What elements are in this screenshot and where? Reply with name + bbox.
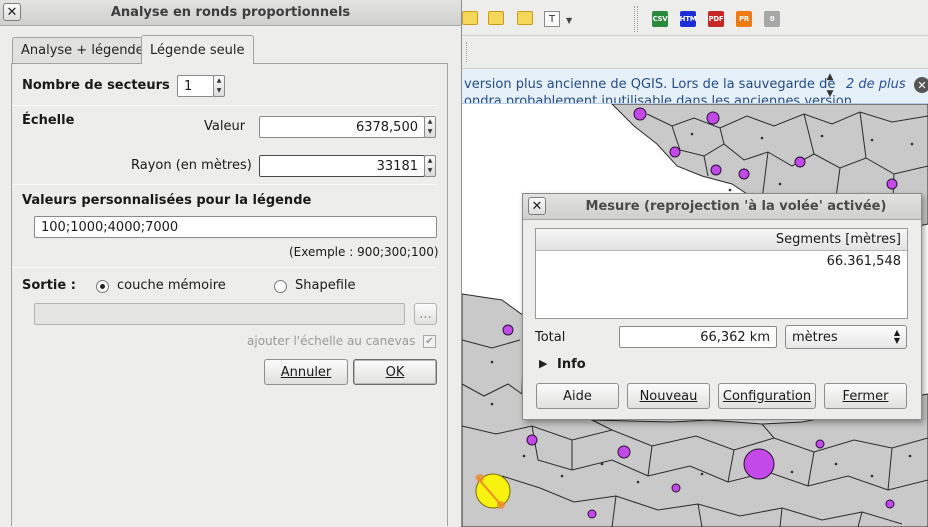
memory-layer-label[interactable]: couche mémoire	[117, 278, 226, 293]
radius-spinner[interactable]: ▲ ▼	[424, 155, 436, 177]
measure-point-end	[497, 501, 505, 509]
new-button-label: Nouveau	[639, 388, 698, 404]
updown-arrows-icon: ▲ ▼	[893, 328, 900, 345]
spin-down-icon[interactable]: ▼	[428, 129, 433, 135]
pr-export-icon[interactable]: PR	[736, 11, 752, 27]
value-spinner[interactable]: ▲ ▼	[424, 116, 436, 138]
add-scale-checkbox[interactable]: ✔	[423, 335, 436, 348]
text-annotation-icon[interactable]: T	[544, 11, 560, 27]
scale-heading: Échelle	[22, 113, 75, 128]
unit-select-value: mètres	[792, 329, 838, 345]
dropdown-arrow-icon[interactable]: ▼	[566, 16, 572, 25]
dialog-titlebar: ✕ Analyse en ronds proportionnels	[0, 0, 461, 26]
custom-values-heading: Valeurs personnalisées pour la légende	[22, 193, 312, 208]
zero-icon[interactable]: 0	[764, 11, 780, 27]
cancel-button-label: Annuler	[280, 364, 332, 380]
output-path-input[interactable]	[34, 303, 405, 325]
separator	[12, 267, 437, 268]
spin-down-icon[interactable]: ▼	[428, 168, 433, 174]
expand-arrow-icon[interactable]: ▶	[539, 357, 547, 370]
scroll-up-icon[interactable]: ▲	[827, 72, 834, 82]
scroll-down-icon[interactable]: ▼	[827, 89, 834, 99]
more-messages-link[interactable]: 2 de plus	[846, 77, 906, 92]
dialog-title: Analyse en ronds proportionnels	[110, 5, 351, 20]
shapefile-radio[interactable]	[274, 280, 287, 293]
spin-up-icon[interactable]: ▲	[428, 119, 433, 125]
separator	[12, 184, 437, 185]
pdf-export-icon[interactable]: PDF	[708, 11, 724, 27]
ok-button-label: OK	[385, 364, 405, 380]
configuration-button-label: Configuration	[722, 388, 812, 404]
toolbar-separator	[466, 42, 468, 62]
custom-values-input[interactable]: 100;1000;4000;7000	[34, 216, 437, 238]
tab-analyse-legende[interactable]: Analyse + légende	[12, 37, 153, 63]
segments-table[interactable]: Segments [mètres] 66.361,548	[535, 228, 908, 319]
yellow-note-icon[interactable]	[488, 11, 504, 25]
message-scroll[interactable]: ▲ ▼	[822, 69, 838, 102]
info-label[interactable]: Info	[557, 357, 586, 372]
cancel-button[interactable]: Annuler	[264, 359, 348, 385]
add-scale-label: ajouter l'échelle au canevas	[247, 334, 416, 348]
memory-layer-radio[interactable]	[96, 280, 109, 293]
help-button[interactable]: Aide	[536, 383, 619, 409]
toolbar-top: T ▼ CSV HTM PDF PR 0	[462, 0, 928, 36]
tab-panel: Nombre de secteurs 1 ▲ ▼ Échelle Valeur 6…	[11, 63, 448, 526]
measure-point-start	[476, 474, 484, 482]
unit-select[interactable]: mètres ▲ ▼	[785, 325, 907, 349]
browse-button[interactable]: ...	[414, 303, 437, 325]
separator	[12, 105, 437, 106]
close-button-label: Fermer	[842, 388, 889, 404]
toolbar-separator	[634, 6, 638, 32]
message-line-2: ondra probablement inutilisable dans les…	[464, 94, 852, 104]
example-text: (Exemple : 900;300;100)	[289, 245, 439, 259]
value-input[interactable]: 6378,500	[259, 116, 425, 138]
segments-column-header[interactable]: Segments [mètres]	[536, 229, 907, 251]
sectors-label: Nombre de secteurs	[22, 78, 170, 93]
segment-row[interactable]: 66.361,548	[536, 251, 907, 271]
close-message-icon[interactable]: ✕	[914, 77, 928, 93]
sectors-spinner[interactable]: ▲ ▼	[213, 75, 225, 97]
total-field[interactable]: 66,362 km	[619, 326, 777, 348]
radius-label: Rayon (en mètres)	[131, 158, 252, 173]
message-line-1: version plus ancienne de QGIS. Lors de l…	[464, 77, 836, 92]
ok-button[interactable]: OK	[353, 359, 437, 385]
csv-export-icon[interactable]: CSV	[652, 11, 668, 27]
new-button[interactable]: Nouveau	[627, 383, 710, 409]
close-button[interactable]: Fermer	[824, 383, 907, 409]
yellow-label-icon[interactable]	[517, 11, 533, 25]
spin-up-icon[interactable]: ▲	[217, 78, 222, 84]
html-export-icon[interactable]: HTM	[680, 11, 697, 27]
value-label: Valeur	[204, 119, 246, 134]
configuration-button[interactable]: Configuration	[718, 383, 816, 409]
yellow-bubble-icon[interactable]	[462, 11, 478, 25]
radius-input[interactable]: 33181	[259, 155, 425, 177]
spin-up-icon[interactable]: ▲	[428, 158, 433, 164]
close-icon[interactable]: ✕	[528, 197, 546, 215]
measure-title: Mesure (reprojection 'à la volée' activé…	[585, 199, 887, 214]
tab-legende-seule[interactable]: Légende seule	[141, 35, 254, 64]
toolbar-second	[462, 36, 928, 69]
measure-titlebar: ✕ Mesure (reprojection 'à la volée' acti…	[523, 194, 921, 220]
output-label: Sortie :	[22, 278, 76, 293]
proportional-circles-dialog: ✕ Analyse en ronds proportionnels Analys…	[0, 0, 462, 527]
shapefile-label[interactable]: Shapefile	[295, 278, 356, 293]
sectors-input[interactable]: 1	[177, 75, 214, 97]
measure-dialog: ✕ Mesure (reprojection 'à la volée' acti…	[522, 193, 922, 420]
spin-down-icon[interactable]: ▼	[217, 88, 222, 94]
total-label: Total	[535, 330, 566, 345]
